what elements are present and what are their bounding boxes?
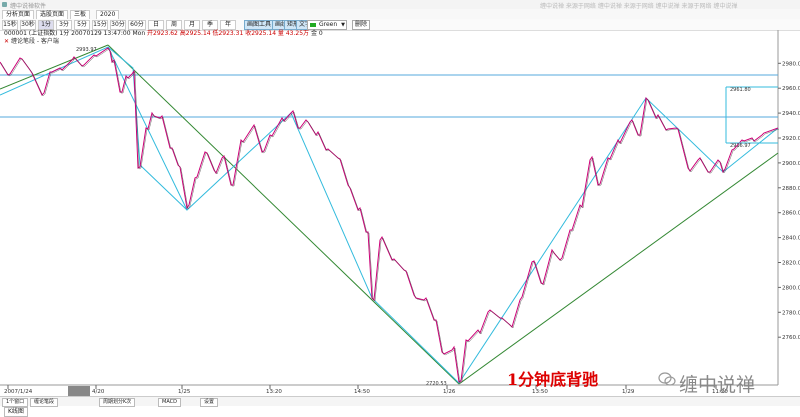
candle-shadow-line: [0, 48, 780, 384]
period-division-tab[interactable]: 周期划分K次: [99, 398, 136, 407]
price-tick-label: 2840.00: [782, 236, 800, 242]
price-tick-label: 2980.00: [782, 61, 800, 67]
price-tick-label: 2900.00: [782, 161, 800, 167]
watermark-text: 缠中说禅: [679, 374, 756, 396]
price-tick-label: 2940.00: [782, 111, 800, 117]
scrollbar-thumb[interactable]: [68, 386, 90, 396]
time-tick-label: 1/25: [178, 389, 191, 395]
price-tick-label: 2880.00: [782, 186, 800, 192]
price-tick-label: 2800.00: [782, 285, 800, 291]
indicator-bisection-tab[interactable]: 缠论笔段: [30, 398, 59, 407]
kline-tab[interactable]: K线图: [4, 407, 28, 417]
box-top-label: 2961.80: [730, 87, 751, 93]
price-line: [0, 47, 779, 383]
price-chart[interactable]: 2980.00 2960.00 2940.00 2920.00 2900.00 2880.…: [0, 0, 800, 417]
wechat-icon: [658, 372, 676, 386]
price-tick-label: 2860.00: [782, 211, 800, 217]
price-tick-label: 2820.00: [782, 261, 800, 267]
bi-stroke-line: [0, 46, 779, 384]
time-tick-label: 13:20: [266, 389, 282, 395]
price-tick-label: 2760.00: [782, 335, 800, 341]
macd-tab[interactable]: MACD: [158, 398, 181, 407]
trend-line: [107, 44, 460, 385]
chart-caption: 1分钟底背驰: [507, 370, 599, 389]
low-price-label: 2720.53: [426, 381, 447, 387]
settings-tab[interactable]: 设置: [200, 398, 219, 407]
box-bottom-label: 2916.97: [730, 143, 751, 149]
time-tick-label: 1/29: [622, 389, 635, 395]
time-tick-label: 2007/1/24: [4, 389, 33, 395]
price-tick-label: 2780.00: [782, 310, 800, 316]
time-tick-label: 1/26: [443, 389, 456, 395]
time-tick-label: 14:50: [354, 389, 370, 395]
trend-line: [458, 152, 779, 385]
high-price-label: 2993.97: [76, 47, 97, 53]
price-tick-label: 2960.00: [782, 86, 800, 92]
price-tick-label: 2920.00: [782, 136, 800, 142]
bottom-toolbar: 1个窗口 缠论笔段 周期划分K次 MACD 设置: [0, 396, 800, 407]
time-tick-label: 4/20: [92, 389, 105, 395]
window-count-tab[interactable]: 1个窗口: [2, 398, 29, 407]
